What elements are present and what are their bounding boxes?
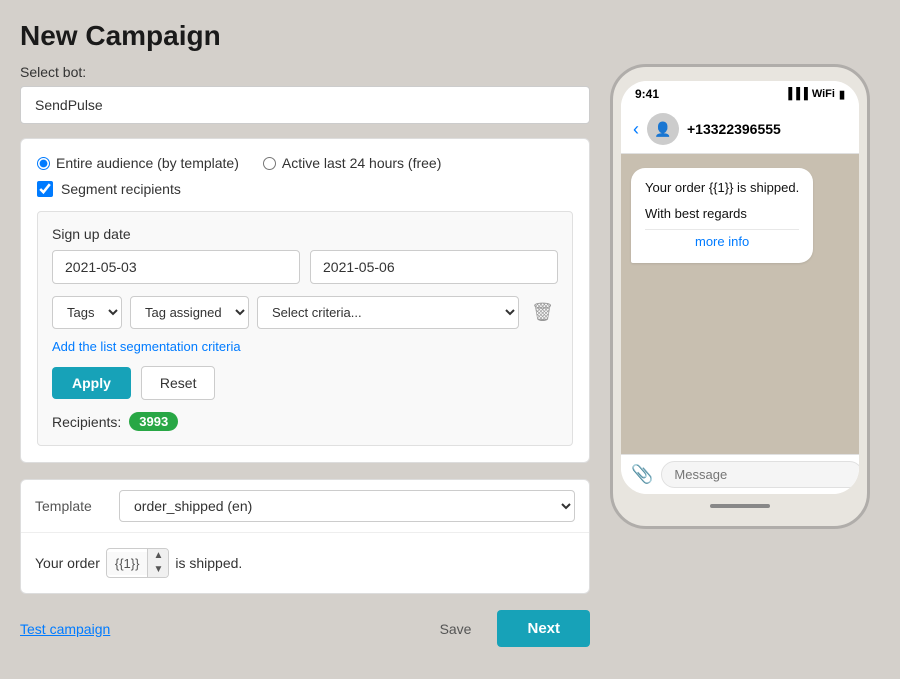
wifi-icon: WiFi — [812, 88, 835, 100]
segment-section: Sign up date Tags Tag assigned Select cr… — [37, 211, 573, 446]
delete-criteria-button[interactable]: 🗑 — [527, 298, 558, 327]
reset-button[interactable]: Reset — [141, 366, 216, 400]
template-header: Template order_shipped (en) — [21, 480, 589, 533]
active-last-24-radio[interactable] — [263, 157, 276, 170]
audience-box: Entire audience (by template) Active las… — [20, 138, 590, 463]
segment-checkbox-row: Segment recipients — [37, 181, 573, 197]
template-body: Your order {{1}} ▲ ▼ is shipped. — [21, 533, 589, 593]
page-title: New Campaign — [20, 20, 880, 52]
apply-button[interactable]: Apply — [52, 367, 131, 399]
select-bot-label: Select bot: — [20, 64, 590, 80]
contact-avatar: 👤 — [647, 113, 679, 145]
template-var-arrows: ▲ ▼ — [147, 549, 168, 577]
template-var-down-button[interactable]: ▼ — [148, 563, 168, 577]
chat-message-line1: Your order {{1}} is shipped. — [645, 178, 799, 198]
template-box: Template order_shipped (en) Your order {… — [20, 479, 590, 594]
bot-select[interactable]: SendPulse — [20, 86, 590, 124]
chat-input-bar: 📎 🔲 🕐 🎤 — [621, 454, 859, 494]
test-campaign-button[interactable]: Test campaign — [20, 621, 110, 637]
entire-audience-label: Entire audience (by template) — [56, 155, 239, 171]
tags-select[interactable]: Tags — [52, 296, 122, 329]
template-var-box: {{1}} ▲ ▼ — [106, 548, 170, 578]
template-var-value: {{1}} — [107, 552, 148, 575]
date-from-input[interactable] — [52, 250, 300, 284]
date-to-input[interactable] — [310, 250, 558, 284]
template-label: Template — [35, 498, 105, 514]
segment-checkbox[interactable] — [37, 181, 53, 197]
phone-time: 9:41 — [635, 87, 659, 101]
select-criteria-select[interactable]: Select criteria... — [257, 296, 519, 329]
entire-audience-radio-label[interactable]: Entire audience (by template) — [37, 155, 239, 171]
date-row — [52, 250, 558, 284]
action-row: Apply Reset — [52, 366, 558, 400]
chat-bubble: Your order {{1}} is shipped. With best r… — [631, 168, 813, 263]
chat-input[interactable] — [661, 461, 859, 488]
signal-icon: ▐▐▐ — [784, 88, 807, 100]
template-var-up-button[interactable]: ▲ — [148, 549, 168, 563]
recipients-badge: 3993 — [129, 412, 178, 431]
add-criteria-link[interactable]: Add the list segmentation criteria — [52, 339, 558, 354]
footer-row: Test campaign Save Next — [20, 610, 590, 647]
entire-audience-radio[interactable] — [37, 157, 50, 170]
footer-right: Save Next — [426, 610, 590, 647]
template-text-before: Your order — [35, 555, 100, 571]
active-last-24-label: Active last 24 hours (free) — [282, 155, 442, 171]
next-button[interactable]: Next — [497, 610, 590, 647]
battery-icon: ▮ — [839, 88, 845, 101]
more-info-button[interactable]: more info — [645, 229, 799, 253]
chat-header: ‹ 👤 +13322396555 — [621, 105, 859, 154]
home-indicator — [710, 504, 770, 508]
template-text-after: is shipped. — [175, 555, 242, 571]
phone-status-bar: 9:41 ▐▐▐ WiFi ▮ — [621, 81, 859, 105]
audience-radio-row: Entire audience (by template) Active las… — [37, 155, 573, 171]
phone-status-right: ▐▐▐ WiFi ▮ — [784, 88, 845, 101]
recipients-label: Recipients: — [52, 414, 121, 430]
recipients-row: Recipients: 3993 — [52, 412, 558, 431]
back-arrow-icon[interactable]: ‹ — [633, 119, 639, 140]
save-button[interactable]: Save — [426, 613, 486, 645]
template-select[interactable]: order_shipped (en) — [119, 490, 575, 522]
signup-date-label: Sign up date — [52, 226, 558, 242]
bot-select-wrapper: SendPulse — [20, 86, 590, 124]
active-last-24-radio-label[interactable]: Active last 24 hours (free) — [263, 155, 442, 171]
left-panel: Select bot: SendPulse Entire audience (b… — [20, 64, 590, 647]
segment-label[interactable]: Segment recipients — [61, 181, 181, 197]
phone-screen: 9:41 ▐▐▐ WiFi ▮ ‹ 👤 +13322396555 Your or… — [621, 81, 859, 494]
chat-body: Your order {{1}} is shipped. With best r… — [621, 154, 859, 454]
attach-icon: 📎 — [631, 464, 653, 485]
contact-number: +13322396555 — [687, 121, 781, 137]
main-layout: Select bot: SendPulse Entire audience (b… — [20, 64, 880, 647]
chat-message-line2: With best regards — [645, 204, 799, 224]
tag-assigned-select[interactable]: Tag assigned — [130, 296, 249, 329]
phone-mockup: 9:41 ▐▐▐ WiFi ▮ ‹ 👤 +13322396555 Your or… — [610, 64, 870, 529]
criteria-row: Tags Tag assigned Select criteria... 🗑 — [52, 296, 558, 329]
